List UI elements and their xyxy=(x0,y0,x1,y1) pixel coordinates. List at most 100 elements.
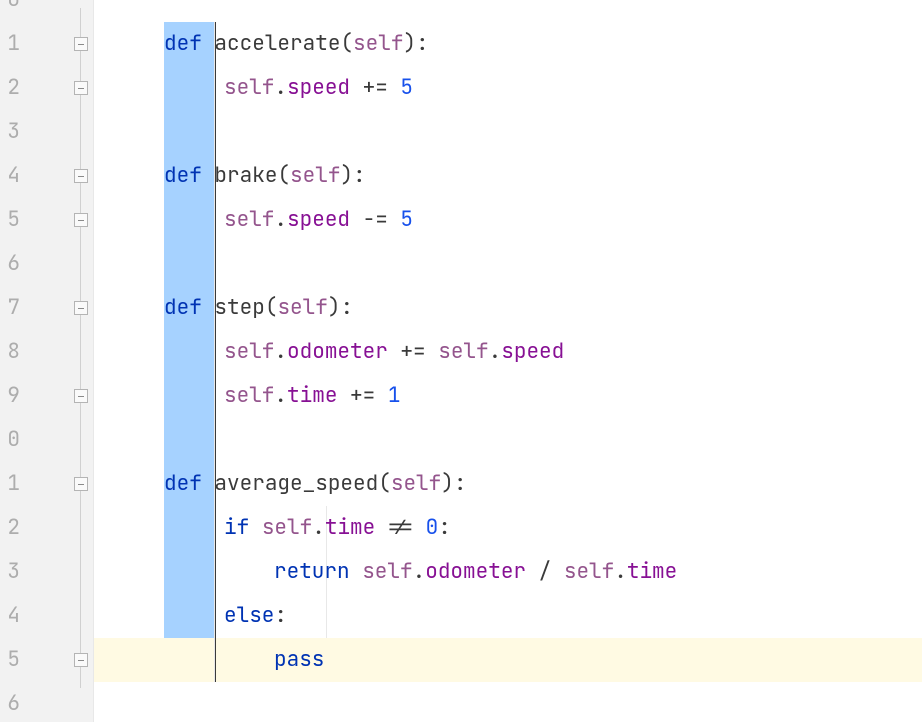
code-editor[interactable]: 01234567890123456 def accelerate(self):s… xyxy=(0,0,922,722)
code-line[interactable]: self.time += 1 xyxy=(94,374,922,418)
token-self: self xyxy=(353,30,403,57)
token-op: . xyxy=(274,338,287,365)
token-op: . xyxy=(274,74,287,101)
token-op: . xyxy=(312,514,325,541)
token-plain xyxy=(202,470,215,497)
fold-toggle-icon[interactable] xyxy=(74,37,88,51)
token-plain xyxy=(202,162,215,189)
token-self: self xyxy=(224,338,274,365)
token-attr: time xyxy=(325,514,375,541)
token-kw: def xyxy=(164,30,202,57)
code-line[interactable]: if self.time != 0: xyxy=(94,506,922,550)
line-number: 2 xyxy=(0,66,20,110)
line-number: 4 xyxy=(0,594,20,638)
code-line[interactable]: def accelerate(self): xyxy=(94,22,922,66)
token-op: : xyxy=(274,602,287,629)
token-op: . xyxy=(274,206,287,233)
line-number: 8 xyxy=(0,330,20,374)
token-kw: pass xyxy=(274,646,324,673)
fold-toggle-icon[interactable] xyxy=(74,389,88,403)
line-number: 6 xyxy=(0,682,20,726)
token-kw: else xyxy=(224,602,274,629)
token-self: self xyxy=(564,558,614,585)
token-attr: speed xyxy=(287,206,350,233)
line-number: 2 xyxy=(0,506,20,550)
code-line[interactable] xyxy=(94,242,922,286)
token-fn: step xyxy=(214,294,264,321)
token-op: += xyxy=(350,74,400,101)
token-op: . xyxy=(489,338,502,365)
token-self: self xyxy=(438,338,488,365)
code-line[interactable]: def step(self): xyxy=(94,286,922,330)
token-paren: ): xyxy=(328,294,353,321)
token-attr: odometer xyxy=(287,338,388,365)
token-op: : xyxy=(438,514,451,541)
code-line[interactable]: self.speed -= 5 xyxy=(94,198,922,242)
fold-toggle-icon[interactable] xyxy=(74,169,88,183)
token-attr: speed xyxy=(501,338,564,365)
token-paren: ): xyxy=(340,162,365,189)
token-op: . xyxy=(274,382,287,409)
code-line[interactable] xyxy=(94,110,922,154)
token-paren: ( xyxy=(378,470,391,497)
line-number: 4 xyxy=(0,154,20,198)
token-op: . xyxy=(614,558,627,585)
token-op: -= xyxy=(350,206,400,233)
token-attr: speed xyxy=(287,74,350,101)
fold-gutter[interactable] xyxy=(26,0,94,722)
token-kw: return xyxy=(274,558,362,585)
token-self: self xyxy=(262,514,312,541)
fold-toggle-icon[interactable] xyxy=(74,477,88,491)
line-number: 3 xyxy=(0,110,20,154)
code-area[interactable]: def accelerate(self):self.speed += 5def … xyxy=(94,0,922,722)
token-kw: def xyxy=(164,470,202,497)
token-self: self xyxy=(224,206,274,233)
fold-toggle-icon[interactable] xyxy=(74,213,88,227)
code-line[interactable]: self.speed += 5 xyxy=(94,66,922,110)
token-self: self xyxy=(362,558,412,585)
code-line[interactable]: return self.odometer / self.time xyxy=(94,550,922,594)
token-self: self xyxy=(277,294,327,321)
token-op: . xyxy=(413,558,426,585)
code-line[interactable]: def brake(self): xyxy=(94,154,922,198)
token-attr: time xyxy=(287,382,337,409)
code-line[interactable]: pass xyxy=(94,638,922,682)
line-number: 7 xyxy=(0,286,20,330)
token-kw: def xyxy=(164,294,202,321)
line-number: 9 xyxy=(0,374,20,418)
token-self: self xyxy=(391,470,441,497)
code-line[interactable] xyxy=(94,682,922,726)
fold-toggle-icon[interactable] xyxy=(74,301,88,315)
token-paren: ( xyxy=(265,294,278,321)
token-self: self xyxy=(224,382,274,409)
line-number: 5 xyxy=(0,638,20,682)
token-kw: if xyxy=(224,514,262,541)
token-num: 0 xyxy=(426,514,439,541)
token-self: self xyxy=(224,74,274,101)
token-fn: accelerate xyxy=(214,30,340,57)
token-paren: ): xyxy=(441,470,466,497)
token-num: 1 xyxy=(388,382,401,409)
line-number-gutter: 01234567890123456 xyxy=(0,0,26,722)
token-attr: odometer xyxy=(425,558,526,585)
fold-toggle-icon[interactable] xyxy=(74,81,88,95)
token-paren: ( xyxy=(340,30,353,57)
token-plain xyxy=(202,30,215,57)
line-number: 1 xyxy=(0,462,20,506)
token-num: 5 xyxy=(400,74,413,101)
code-line[interactable]: self.odometer += self.speed xyxy=(94,330,922,374)
code-line[interactable]: else: xyxy=(94,594,922,638)
line-number: 3 xyxy=(0,550,20,594)
token-plain xyxy=(202,294,215,321)
token-op: += xyxy=(337,382,387,409)
line-number: 0 xyxy=(0,0,20,22)
code-line[interactable] xyxy=(94,0,922,22)
token-op: += xyxy=(388,338,438,365)
token-attr: time xyxy=(627,558,677,585)
token-paren: ( xyxy=(277,162,290,189)
token-fn: average_speed xyxy=(214,470,378,497)
code-line[interactable]: def average_speed(self): xyxy=(94,462,922,506)
line-number: 5 xyxy=(0,198,20,242)
code-line[interactable] xyxy=(94,418,922,462)
fold-toggle-icon[interactable] xyxy=(74,653,88,667)
